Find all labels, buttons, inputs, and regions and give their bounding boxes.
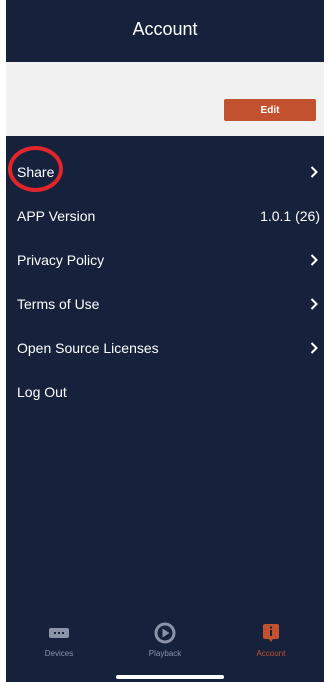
account-menu: Share APP Version 1.0.1 (26) Privacy Pol… — [6, 150, 324, 414]
chevron-right-icon — [308, 341, 320, 355]
menu-item-log-out[interactable]: Log Out — [6, 370, 324, 414]
menu-item-label: Open Source Licenses — [17, 340, 159, 356]
tab-playback[interactable]: Playback — [112, 612, 218, 658]
edit-button[interactable]: Edit — [224, 99, 316, 121]
nav-header: Account — [6, 0, 324, 62]
chevron-right-icon — [308, 297, 320, 311]
tab-label: Account — [256, 649, 286, 658]
account-icon — [262, 622, 280, 644]
account-screen: Account Edit Share APP Version 1.0.1 (26… — [6, 0, 324, 682]
devices-icon — [49, 622, 69, 644]
menu-item-label: APP Version — [17, 208, 96, 224]
page-title: Account — [132, 18, 198, 39]
chevron-right-icon — [308, 253, 320, 267]
highlight-circle — [8, 146, 63, 192]
tab-label: Playback — [148, 649, 182, 658]
tab-label: Devices — [44, 649, 74, 658]
menu-item-label: Terms of Use — [17, 296, 100, 312]
menu-item-open-source-licenses[interactable]: Open Source Licenses — [6, 326, 324, 370]
menu-item-app-version: APP Version 1.0.1 (26) — [6, 194, 324, 238]
tab-devices[interactable]: Devices — [6, 612, 112, 658]
chevron-right-icon — [308, 165, 320, 179]
menu-item-terms-of-use[interactable]: Terms of Use — [6, 282, 324, 326]
app-version-value: 1.0.1 (26) — [260, 208, 320, 224]
menu-item-label: Privacy Policy — [17, 252, 105, 268]
profile-panel: Edit — [6, 62, 324, 136]
home-indicator — [116, 675, 224, 679]
tab-account[interactable]: Account — [218, 612, 324, 658]
playback-icon — [154, 622, 176, 644]
menu-item-label: Log Out — [17, 384, 67, 400]
tab-bar: Devices Playback Account — [6, 612, 324, 672]
menu-item-privacy-policy[interactable]: Privacy Policy — [6, 238, 324, 282]
